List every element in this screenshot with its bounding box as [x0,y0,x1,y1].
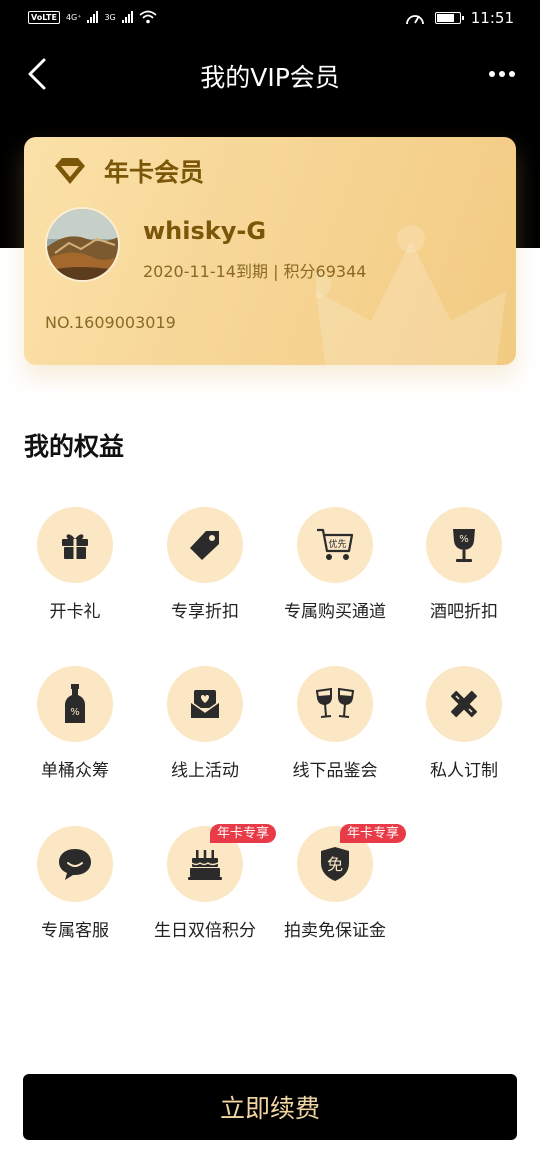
more-dot [499,71,505,77]
shopping-cart-icon: 优先 [317,528,354,560]
benefit-label: 开卡礼 [49,602,101,622]
volte-badge: VoLTE [28,10,60,24]
more-dot [489,71,495,77]
renew-button[interactable]: 立即续费 [23,1074,517,1140]
benefit-icon-circle [167,507,243,583]
benefit-label: 专属客服 [41,921,109,941]
benefit-customization[interactable]: 私人订制 [399,666,529,781]
annual-exclusive-badge: 年卡专享 [210,824,277,843]
benefit-online-events[interactable]: 线上活动 [140,666,270,781]
wine-glass-icon: % [453,529,475,562]
bottle-icon: % [65,684,85,723]
benefit-bar-discount[interactable]: % 酒吧折扣 [399,507,529,622]
shield-icon-text: 免 [327,855,343,874]
benefit-label: 线上活动 [171,761,239,781]
mail-heart-icon [190,690,220,718]
user-name: whisky-G [143,217,267,245]
status-right: 11:51 [405,9,514,27]
avatar-image [47,209,118,280]
card-level: 年卡会员 [54,153,204,189]
cart-icon-text: 优先 [328,538,346,550]
benefit-label: 生日双倍积分 [154,921,256,941]
network-4g-label: 4G⁺ [65,12,82,22]
benefit-icon-circle: % [37,666,113,742]
benefit-icon-circle: % [426,507,502,583]
vip-card: 年卡会员 whisky-G 2020-11-14到期 | 积分69344 NO.… [24,137,516,365]
diamond-icon [55,158,85,184]
signal-icon-2 [121,11,133,23]
wifi-icon [139,10,157,24]
more-dot [509,71,515,77]
crown-watermark-icon [316,225,506,365]
status-left: VoLTE 4G⁺ 3G [28,10,157,24]
svg-text:%: % [459,534,469,545]
benefit-icon-circle [167,666,243,742]
status-bar: VoLTE 4G⁺ 3G 11:51 [0,0,540,38]
battery-icon [434,12,464,24]
annual-exclusive-badge: 年卡专享 [340,824,407,843]
svg-text:%: % [70,707,80,718]
price-tag-icon [190,531,219,560]
signal-icon [87,11,99,23]
user-expiry-points: 2020-11-14到期 | 积分69344 [143,262,367,281]
benefit-label: 专享折扣 [171,602,239,622]
birthday-cake-icon [188,850,222,880]
benefit-offline-tasting[interactable]: 线下品鉴会 [270,666,400,781]
benefit-icon-circle [297,666,373,742]
speedometer-icon [405,15,424,25]
status-time: 11:51 [470,9,514,27]
gift-icon [62,534,88,559]
benefits-title: 我的权益 [24,432,125,461]
page-title: 我的VIP会员 [200,63,340,92]
benefit-label: 专属购买通道 [284,602,386,622]
avatar[interactable] [45,207,120,282]
benefit-priority-channel[interactable]: 优先 专属购买通道 [270,507,400,622]
benefit-icon-circle [37,507,113,583]
benefit-label: 线下品鉴会 [292,761,378,781]
benefit-label: 私人订制 [430,761,498,781]
nav-bar: 我的VIP会员 [0,44,540,104]
card-level-label: 年卡会员 [104,158,205,187]
benefit-icon-circle [426,666,502,742]
benefit-icon-circle [37,826,113,902]
pencil-ruler-icon [450,690,478,718]
cheers-icon [315,687,355,718]
shield-icon: 免 [321,847,349,881]
benefit-label: 拍卖免保证金 [284,921,386,941]
card-number: NO.1609003019 [45,313,176,332]
more-button[interactable] [484,58,520,90]
benefit-discount[interactable]: 专享折扣 [140,507,270,622]
benefit-auction-deposit-free[interactable]: 免 拍卖免保证金 年卡专享 [270,824,407,941]
benefit-label: 酒吧折扣 [430,602,498,622]
benefit-gift[interactable]: 开卡礼 [10,507,140,622]
network-3g-label: 3G [104,12,116,22]
benefit-customer-service[interactable]: 专属客服 [10,826,140,941]
benefit-icon-circle: 优先 [297,507,373,583]
benefit-birthday-points[interactable]: 生日双倍积分 年卡专享 [140,824,277,941]
benefit-cask-crowdfunding[interactable]: % 单桶众筹 [10,666,140,781]
chat-bubble-icon [59,849,91,880]
benefit-label: 单桶众筹 [41,761,109,781]
